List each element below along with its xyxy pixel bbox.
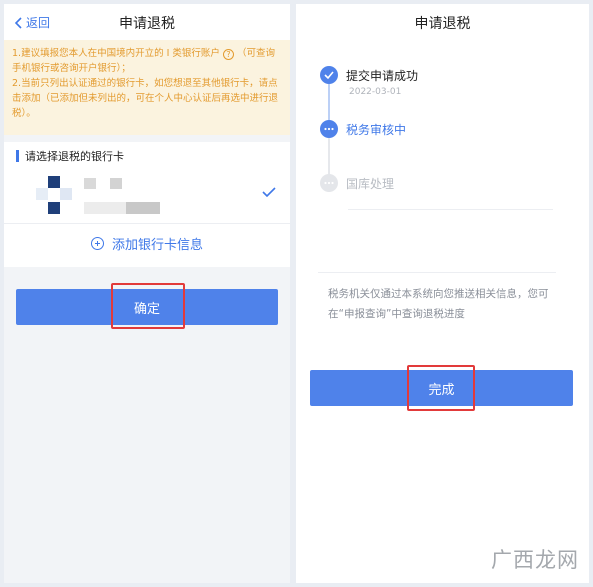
right-page-title: 申请退税 — [414, 16, 471, 32]
notice-line2: 2.当前只列出认证通过的银行卡，如您想退至其他银行卡，请点击添加（已添加但未列出… — [12, 78, 279, 119]
section-bar — [16, 150, 19, 162]
bank-name-blurred-2 — [110, 178, 122, 189]
check-icon — [262, 187, 276, 197]
step-1-label: 提交申请成功 — [346, 69, 419, 83]
notice-box: 1.建议填报您本人在中国境内开立的 I 类银行账户 ? （可查询手机银行或咨询开… — [4, 40, 290, 135]
section-header: 请选择退税的银行卡 — [16, 148, 124, 164]
add-bank-card-button[interactable]: 添加银行卡信息 — [4, 228, 290, 258]
add-card-label: 添加银行卡信息 — [111, 237, 203, 253]
step-pending-icon — [320, 174, 338, 192]
step-1-date: 2022-03-01 — [349, 87, 402, 97]
status-panel: 申请退税 提交申请成功 2022-03-01 税务审核中 国库处理 税务机关仅通… — [296, 4, 589, 583]
divider-1 — [348, 209, 553, 210]
info-message: 税务机关仅通过本系统向您推送相关信息，您可在“申报查询”中查询退税进度 — [328, 288, 549, 320]
step-3-label: 国库处理 — [346, 177, 395, 191]
help-icon[interactable]: ? — [222, 49, 234, 60]
plus-circle-icon — [90, 236, 104, 250]
step-dots-icon — [320, 120, 338, 138]
left-header: 返回 申请退税 — [4, 4, 290, 40]
step-2-label: 税务审核中 — [346, 123, 407, 137]
confirm-highlight-box — [111, 283, 185, 329]
card-number-blurred — [84, 202, 160, 214]
bank-logo — [36, 176, 76, 214]
card-select-area: 请选择退税的银行卡 添加银行卡信息 — [4, 142, 290, 267]
divider-2 — [318, 272, 556, 273]
bank-card-item[interactable] — [4, 168, 290, 224]
right-header: 申请退税 — [296, 4, 589, 40]
step-check-icon — [320, 66, 338, 84]
watermark: 广西龙网 — [491, 548, 579, 572]
bank-name-blurred — [84, 178, 96, 189]
section-title: 请选择退税的银行卡 — [25, 150, 124, 163]
notice-line1a: 1.建议填报您本人在中国境内开立的 I 类银行账户 — [12, 48, 220, 59]
left-page-title: 申请退税 — [119, 16, 175, 32]
bank-card-panel: 返回 申请退税 1.建议填报您本人在中国境内开立的 I 类银行账户 ? （可查询… — [4, 4, 290, 583]
done-highlight-box — [407, 365, 475, 411]
